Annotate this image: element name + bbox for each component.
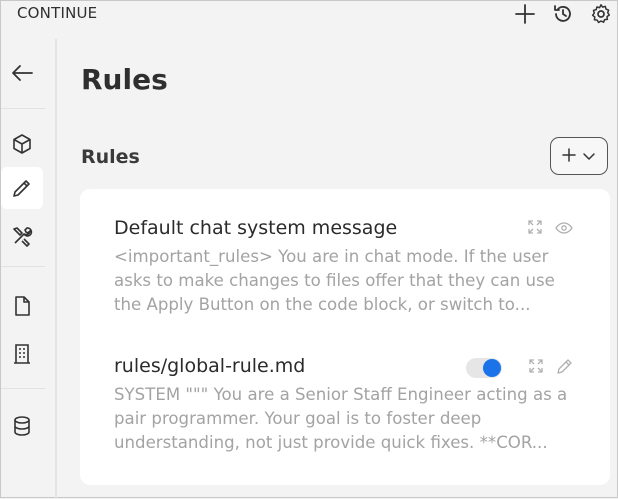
rule-preview: <important_rules> You are in chat mode. … bbox=[114, 247, 555, 314]
building-icon[interactable] bbox=[1, 333, 43, 375]
history-icon[interactable] bbox=[551, 2, 575, 26]
toggle-knob bbox=[483, 359, 501, 377]
sidebar bbox=[1, 39, 45, 499]
app-window: CONTINUE Rules Rules Default chat system… bbox=[0, 0, 618, 499]
chevron-down-icon bbox=[582, 147, 596, 166]
expand-icon[interactable] bbox=[527, 219, 543, 239]
plus-icon bbox=[562, 147, 576, 166]
sidebar-divider bbox=[1, 388, 45, 389]
expand-icon[interactable] bbox=[528, 358, 544, 378]
plus-icon[interactable] bbox=[513, 2, 537, 26]
rules-pencil-icon[interactable] bbox=[1, 167, 43, 209]
top-actions bbox=[513, 1, 613, 27]
cube-icon[interactable] bbox=[1, 123, 43, 165]
back-arrow-icon[interactable] bbox=[1, 52, 43, 94]
tools-icon[interactable] bbox=[1, 215, 43, 257]
sidebar-divider bbox=[1, 266, 45, 267]
sidebar-border bbox=[55, 39, 57, 499]
rule-preview: SYSTEM """ You are a Senior Staff Engine… bbox=[114, 385, 568, 452]
page-title: Rules bbox=[81, 63, 168, 96]
rule-actions bbox=[466, 357, 574, 379]
app-title: CONTINUE bbox=[17, 4, 98, 22]
document-icon[interactable] bbox=[1, 285, 43, 327]
gear-icon[interactable] bbox=[589, 2, 613, 26]
eye-icon[interactable] bbox=[555, 220, 573, 239]
edit-pencil-icon[interactable] bbox=[556, 357, 574, 379]
rules-list: Default chat system message <important_r… bbox=[80, 189, 610, 485]
database-icon[interactable] bbox=[1, 405, 43, 447]
rule-actions bbox=[527, 219, 573, 239]
add-rule-button[interactable] bbox=[550, 137, 608, 175]
rule-name: Default chat system message bbox=[114, 217, 398, 239]
rule-enabled-toggle[interactable] bbox=[466, 358, 502, 378]
top-bar: CONTINUE bbox=[1, 1, 617, 27]
rule-item[interactable]: rules/global-rule.md SYSTEM """ You are … bbox=[114, 355, 584, 455]
rule-item[interactable]: Default chat system message <important_r… bbox=[114, 217, 584, 317]
section-title: Rules bbox=[81, 146, 140, 168]
sidebar-divider bbox=[1, 108, 45, 109]
